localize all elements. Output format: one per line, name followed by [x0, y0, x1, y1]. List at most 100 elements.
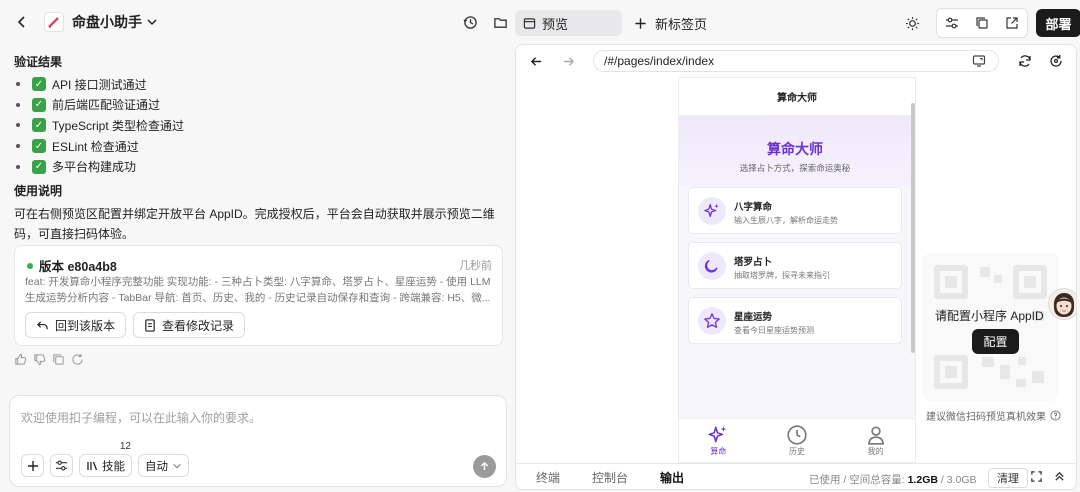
sparkle-icon — [698, 197, 726, 225]
check-label: TypeScript 类型检查通过 — [52, 118, 185, 133]
copy-icon — [976, 17, 988, 29]
folder-button[interactable] — [486, 8, 514, 36]
skills-button[interactable]: 技能 12 — [79, 441, 132, 477]
qr-hint-text: 建议微信扫码预览真机效果 — [926, 412, 1046, 423]
assistant-avatar[interactable] — [1048, 288, 1076, 320]
refresh-button[interactable] — [1011, 47, 1039, 75]
preview-bottom-bar: 终端 控制台 输出 已使用 / 空间总容量: 1.2GB / 3.0GB 清理 — [516, 463, 1076, 489]
thumbs-down-icon[interactable] — [33, 353, 46, 366]
star-icon — [698, 307, 726, 335]
phone-card-bazi[interactable]: 八字算命 输入生辰八字，解析命运走势 — [688, 187, 902, 234]
tab-output[interactable]: 输出 — [660, 469, 684, 486]
version-card: 版本 e80a4b8 几秒前 feat: 开发算命小程序完整功能 实现功能: -… — [14, 245, 503, 346]
check-icon: ✓ — [32, 97, 46, 112]
top-bar-mid — [456, 8, 514, 36]
phone-scrollbar[interactable] — [911, 103, 915, 353]
nav-forward-button[interactable] — [554, 47, 582, 75]
card-desc: 抽取塔罗牌，探寻未来指引 — [734, 271, 830, 280]
skills-label: 技能 — [102, 460, 125, 473]
check-icon: ✓ — [32, 159, 46, 174]
storage-prefix: 已使用 / 空间总容量: — [809, 474, 905, 486]
copy-button[interactable] — [967, 9, 997, 37]
history-button[interactable] — [456, 8, 484, 36]
phone-tab-label: 历史 — [789, 447, 805, 456]
app-logo — [44, 12, 64, 32]
phone-hero-subtitle: 选择占卜方式，探索命运奥秘 — [739, 163, 851, 173]
qr-code-card: 请配置小程序 AppID 配置 — [922, 253, 1059, 401]
tab-preview[interactable]: 预览 — [515, 10, 622, 36]
preview-panel: /#/pages/index/index 算命大师 算命大师 选择占卜方式，探索… — [515, 44, 1077, 490]
nav-back-button[interactable] — [522, 47, 550, 75]
mode-select[interactable]: 自动 — [138, 454, 189, 477]
new-tab-label: 新标签页 — [655, 16, 708, 32]
phone-tab-profile[interactable]: 我的 — [836, 419, 915, 462]
phone-nav-title: 算命大师 — [679, 78, 915, 116]
phone-card-tarot[interactable]: 塔罗占卜 抽取塔罗牌，探寻未来指引 — [688, 242, 902, 289]
thumbs-up-icon[interactable] — [14, 353, 27, 366]
new-tab-button[interactable]: 新标签页 — [634, 10, 707, 36]
usage-text: 可在右侧预览区配置并绑定开放平台 AppID。完成授权后，平台会自动获取并展示预… — [14, 207, 495, 241]
phone-card-horoscope[interactable]: 星座运势 查看今日星座运势预测 — [688, 297, 902, 344]
bottom-bar-icons — [1030, 470, 1066, 483]
check-label: 前后端匹配验证通过 — [52, 98, 161, 113]
storage-usage: 已使用 / 空间总容量: 1.2GB / 3.0GB — [809, 472, 977, 487]
mode-label: 自动 — [145, 460, 168, 473]
tab-terminal[interactable]: 终端 — [536, 469, 560, 486]
version-description: feat: 开发算命小程序完整功能 实现功能: - 三种占卜类型: 八字算命、塔… — [25, 276, 491, 304]
app-menu-button[interactable] — [142, 8, 162, 36]
url-bar[interactable]: /#/pages/index/index — [593, 50, 999, 72]
help-icon[interactable] — [1050, 410, 1061, 421]
regenerate-icon[interactable] — [71, 353, 84, 366]
rollback-label: 回到该版本 — [55, 318, 116, 333]
add-attachment-button[interactable] — [21, 454, 44, 477]
chevron-down-icon — [147, 19, 157, 26]
arrow-left-icon — [530, 56, 541, 66]
bullet — [16, 164, 20, 169]
version-time: 几秒前 — [459, 260, 492, 272]
card-desc: 输入生辰八字，解析命运走势 — [734, 216, 838, 225]
copy-message-icon[interactable] — [52, 353, 65, 366]
deploy-button[interactable]: 部署 — [1036, 9, 1080, 37]
hard-refresh-button[interactable] — [1042, 47, 1070, 75]
device-icon[interactable] — [972, 54, 986, 68]
sparkle-icon — [708, 426, 727, 443]
plus-icon — [635, 17, 646, 29]
clear-button[interactable]: 清理 — [988, 468, 1028, 488]
message-actions — [14, 353, 84, 366]
theme-toggle-button[interactable] — [898, 9, 926, 37]
check-icon: ✓ — [32, 118, 46, 133]
user-icon — [867, 426, 884, 445]
check-icon: ✓ — [32, 77, 46, 92]
bullet — [16, 102, 20, 107]
chat-input-placeholder[interactable]: 欢迎使用扣子编程，可以在此输入你的要求。 — [21, 409, 261, 426]
settings-button[interactable] — [937, 9, 967, 37]
back-button[interactable] — [8, 8, 36, 36]
phone-tab-fortune[interactable]: 算命 — [679, 419, 758, 462]
open-external-button[interactable] — [997, 9, 1027, 37]
app-title[interactable]: 命盘小助手 — [72, 12, 142, 32]
sliders-icon — [55, 460, 68, 471]
version-label: 版本 e80a4b8 — [39, 260, 117, 274]
skills-count-badge: 12 — [119, 441, 131, 452]
view-changes-label: 查看修改记录 — [162, 318, 235, 333]
view-changes-button[interactable]: 查看修改记录 — [133, 312, 246, 338]
top-bar-right: 部署 — [898, 8, 1080, 38]
card-title: 塔罗占卜 — [734, 257, 773, 268]
avatar-face-icon — [1053, 293, 1075, 317]
undo-icon — [37, 320, 48, 329]
phone-tab-history[interactable]: 历史 — [758, 419, 837, 462]
fullscreen-icon[interactable] — [1030, 470, 1043, 483]
storage-sep: / — [937, 474, 947, 486]
check-icon: ✓ — [32, 139, 46, 154]
tab-console[interactable]: 控制台 — [592, 469, 628, 486]
chat-input-box[interactable]: 欢迎使用扣子编程，可以在此输入你的要求。 技能 12 自动 — [9, 395, 507, 487]
sun-icon — [905, 16, 919, 30]
input-settings-button[interactable] — [50, 454, 73, 477]
rollback-button[interactable]: 回到该版本 — [25, 312, 127, 338]
phone-emulator: 算命大师 算命大师 选择占卜方式，探索命运奥秘 八字算命 输入生辰八字，解析命运… — [678, 77, 916, 463]
chevron-up-double-icon[interactable] — [1053, 470, 1066, 483]
moon-icon — [698, 252, 726, 280]
configure-button[interactable]: 配置 — [972, 329, 1019, 354]
send-button[interactable] — [473, 455, 496, 478]
refresh-icon — [1019, 55, 1031, 67]
